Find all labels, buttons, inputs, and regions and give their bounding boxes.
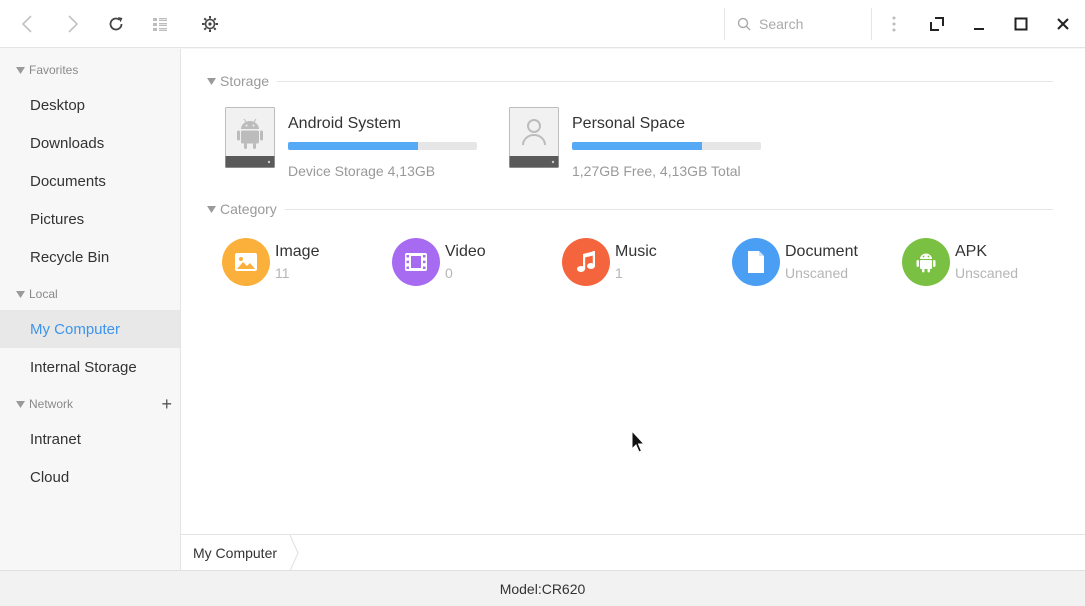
sidebar-item-pictures[interactable]: Pictures [0,200,180,238]
minimize-icon[interactable] [963,8,995,40]
sidebar-item-desktop[interactable]: Desktop [0,86,180,124]
settings-icon[interactable] [194,8,226,40]
drive-usage-bar [572,142,761,150]
sidebar-section-local[interactable]: Local [0,283,181,305]
close-icon[interactable] [1047,8,1079,40]
storage-drive-personal-space[interactable]: Personal Space 1,27GB Free, 4,13GB Total [509,107,769,179]
divider [284,208,1053,210]
breadcrumb-item-my-computer[interactable]: My Computer [193,535,277,571]
search-input[interactable] [759,16,869,32]
storage-drive-android-system[interactable]: Android System Device Storage 4,13GB [225,107,485,179]
toolbar [0,0,1085,48]
search-icon [737,17,751,31]
drive-usage-bar [288,142,477,150]
collapse-triangle-icon [16,400,25,408]
category-apk[interactable]: APK Unscaned [902,238,1062,288]
collapse-triangle-icon [207,77,216,85]
collapse-triangle-icon [16,66,25,74]
music-icon [562,238,610,286]
drive-info: Device Storage 4,13GB [288,163,436,179]
fullscreen-icon[interactable] [921,8,953,40]
refresh-icon[interactable] [100,8,132,40]
drive-name: Personal Space [572,115,685,132]
view-mode-icon[interactable] [144,8,176,40]
sidebar-item-my-computer[interactable]: My Computer [0,310,180,348]
sidebar-item-documents[interactable]: Documents [0,162,180,200]
storage-section-header[interactable]: Storage [207,71,1053,91]
maximize-icon[interactable] [1005,8,1037,40]
sidebar: Favorites Desktop Downloads Documents Pi… [0,49,181,570]
category-music[interactable]: Music 1 [562,238,722,288]
sidebar-section-network[interactable]: Network + [0,393,181,415]
android-drive-icon [225,107,275,168]
breadcrumb-separator-icon [289,535,299,571]
sidebar-item-internal-storage[interactable]: Internal Storage [0,348,180,386]
document-icon [732,238,780,286]
category-document[interactable]: Document Unscaned [732,238,892,288]
drive-name: Android System [288,115,401,132]
add-network-icon[interactable]: + [161,395,172,413]
sidebar-section-favorites[interactable]: Favorites [0,59,181,81]
drive-usage-fill [572,142,703,150]
category-video[interactable]: Video 0 [392,238,552,288]
android-icon [902,238,950,286]
collapse-triangle-icon [16,290,25,298]
sidebar-item-intranet[interactable]: Intranet [0,420,180,458]
video-icon [392,238,440,286]
sidebar-item-recycle-bin[interactable]: Recycle Bin [0,238,180,276]
category-section-header[interactable]: Category [207,199,1053,219]
category-image[interactable]: Image 11 [222,238,382,288]
sidebar-item-downloads[interactable]: Downloads [0,124,180,162]
status-bar: Model:CR620 [0,570,1085,606]
sidebar-item-cloud[interactable]: Cloud [0,458,180,496]
user-drive-icon [509,107,559,168]
more-icon[interactable] [878,8,910,40]
model-label: Model:CR620 [499,580,586,597]
drive-usage-fill [288,142,419,150]
divider [277,80,1053,82]
image-icon [222,238,270,286]
file-manager-window: Favorites Desktop Downloads Documents Pi… [0,0,1085,606]
mouse-cursor-icon [631,430,645,453]
main-content: Storage Android System Device Storage 4,… [181,49,1085,534]
forward-icon[interactable] [56,8,88,40]
back-icon[interactable] [12,8,44,40]
drive-info: 1,27GB Free, 4,13GB Total [572,163,741,179]
search-box[interactable] [724,8,872,40]
breadcrumb: My Computer [181,534,1085,571]
collapse-triangle-icon [207,205,216,213]
